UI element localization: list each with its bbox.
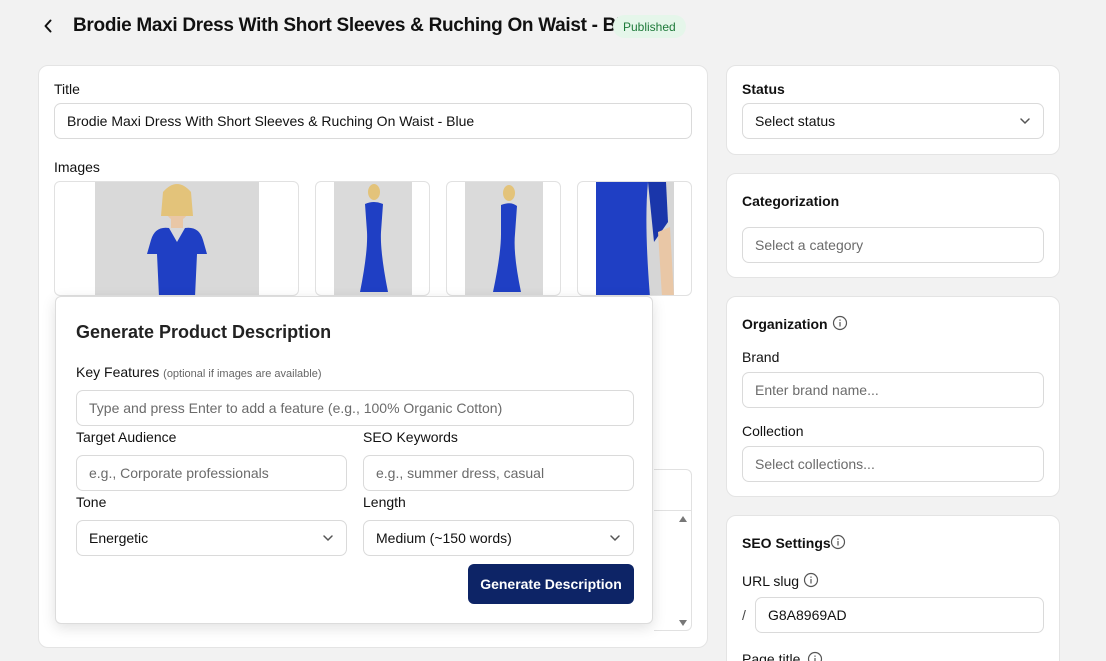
length-select-value: Medium (~150 words)	[376, 530, 512, 546]
status-select[interactable]: Select status	[742, 103, 1044, 139]
length-select[interactable]: Medium (~150 words)	[363, 520, 634, 556]
info-icon[interactable]	[830, 534, 846, 550]
info-icon[interactable]	[807, 651, 823, 661]
description-editor[interactable]	[654, 469, 692, 631]
images-label: Images	[54, 159, 100, 175]
brand-input[interactable]: Enter brand name...	[742, 372, 1044, 408]
seo-keywords-input[interactable]: e.g., summer dress, casual	[363, 455, 634, 491]
key-features-input[interactable]: Type and press Enter to add a feature (e…	[76, 390, 634, 426]
slug-prefix: /	[742, 607, 746, 623]
editor-toolbar-divider	[654, 510, 692, 511]
seo-keywords-label: SEO Keywords	[363, 429, 458, 445]
back-button[interactable]	[38, 14, 58, 38]
key-features-hint: (optional if images are available)	[163, 368, 322, 380]
key-features-label-text: Key Features	[76, 364, 160, 380]
chevron-down-icon	[610, 535, 620, 542]
collection-label: Collection	[742, 423, 804, 439]
dress-detail-image	[596, 182, 674, 295]
length-label: Length	[363, 494, 406, 510]
page-header: Brodie Maxi Dress With Short Sleeves & R…	[0, 0, 1106, 56]
product-image-main[interactable]	[54, 181, 299, 296]
chevron-down-icon	[1020, 118, 1030, 125]
product-image-side[interactable]	[446, 181, 561, 296]
generate-description-button[interactable]: Generate Description	[468, 564, 634, 604]
product-image-back[interactable]	[315, 181, 430, 296]
title-label: Title	[54, 81, 80, 97]
chevron-down-icon	[323, 535, 333, 542]
target-audience-input[interactable]: e.g., Corporate professionals	[76, 455, 347, 491]
dress-front-image	[95, 182, 259, 295]
tone-select-value: Energetic	[89, 530, 149, 546]
key-features-label: Key Features (optional if images are ava…	[76, 364, 322, 380]
categorization-label: Categorization	[742, 193, 840, 209]
page-title: Brodie Maxi Dress With Short Sleeves & R…	[73, 15, 643, 36]
collection-input[interactable]: Select collections...	[742, 446, 1044, 482]
scroll-down-icon[interactable]	[678, 619, 688, 627]
info-icon[interactable]	[803, 572, 819, 588]
title-input[interactable]: Brodie Maxi Dress With Short Sleeves & R…	[54, 103, 692, 139]
chevron-left-icon	[44, 19, 52, 33]
dress-back-image	[334, 182, 412, 295]
status-label: Status	[742, 81, 785, 97]
scroll-up-icon[interactable]	[678, 515, 688, 523]
brand-label: Brand	[742, 349, 780, 365]
url-slug-label: URL slug	[742, 573, 800, 589]
page-title-label: Page title	[742, 651, 801, 661]
dress-side-image	[465, 182, 543, 295]
organization-label: Organization	[742, 316, 828, 332]
status-select-value: Select status	[755, 113, 836, 129]
tone-select[interactable]: Energetic	[76, 520, 347, 556]
category-input[interactable]: Select a category	[742, 227, 1044, 263]
generate-description-modal: Generate Product Description Key Feature…	[55, 296, 653, 624]
modal-title: Generate Product Description	[76, 322, 332, 342]
status-badge: Published	[613, 15, 686, 38]
url-slug-input[interactable]: G8A8969AD	[755, 597, 1044, 633]
target-audience-label: Target Audience	[76, 429, 177, 445]
tone-label: Tone	[76, 494, 107, 510]
product-image-detail[interactable]	[577, 181, 692, 296]
info-icon[interactable]	[832, 315, 848, 331]
seo-settings-label: SEO Settings	[742, 535, 831, 551]
